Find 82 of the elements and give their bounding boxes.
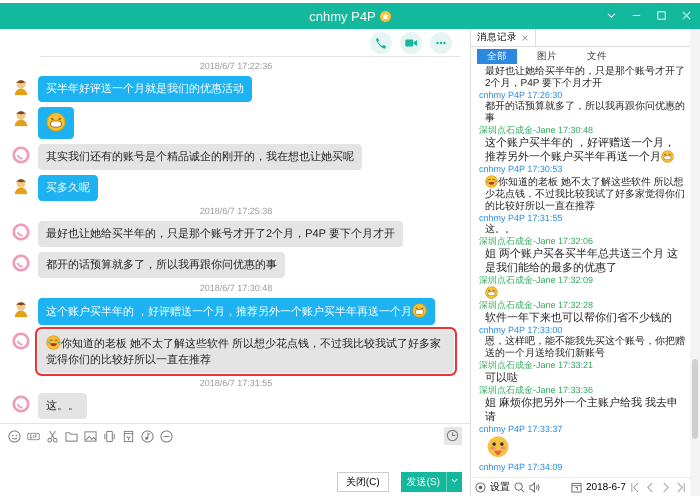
close-chat-button[interactable]: 关闭(C) [336, 472, 389, 492]
settings-icon[interactable] [475, 482, 486, 492]
grinning-emoji-icon [46, 112, 66, 132]
history-message: 最好也让她给买半年的，只是那个账号才开了2个月，P4P 要下个月才开 [484, 66, 686, 90]
filter-tab[interactable]: 全部 [477, 49, 517, 64]
grinning-emoji-icon [485, 286, 498, 299]
message-bubble: 买多久呢 [38, 175, 98, 201]
ring-avatar-icon [12, 332, 30, 350]
history-tab[interactable]: 消息记录 [471, 29, 536, 46]
close-icon[interactable] [521, 34, 529, 42]
maximize-icon[interactable] [656, 10, 667, 21]
phone-button[interactable] [370, 32, 392, 54]
message-bubble: 最好也让她给买半年的，只是那个账号才开了2个月，P4P 要下个月才开 [38, 221, 403, 247]
scissors-icon[interactable] [46, 430, 59, 442]
search-icon[interactable] [514, 482, 525, 492]
cartoon-avatar-icon [12, 78, 30, 96]
sender-timestamp: cnhmy P4P 17:26:30 [479, 90, 564, 100]
message-bubble: 这个账户买半年的 ，好评赠送一个月，推荐另外一个账户买半年再送一个月 [38, 298, 436, 325]
clock-icon [446, 429, 459, 442]
timestamp: 2018/6/7 17:25:38 [200, 206, 272, 216]
receipt-icon[interactable] [122, 430, 135, 442]
history-message: 这。。 [484, 224, 516, 236]
sender-timestamp: 深圳点石成金-Jane 17:33:21 [479, 360, 594, 371]
speaker-icon[interactable] [529, 482, 540, 492]
grinning-emoji-icon [412, 303, 428, 318]
message-bubble: 你知道的老板 她不太了解这些软件 所以想少花点钱，不过我比较我试了好多家觉得你们的比较好所以一直在推荐 [38, 330, 454, 373]
sender-timestamp: cnhmy P4P 17:31:55 [479, 213, 564, 224]
ring-avatar-icon [12, 254, 30, 272]
phone-shake-icon[interactable] [103, 430, 116, 442]
message-bubble: 其实我们还有的账号是个精品诚企的刚开的，我在想也让她买呢 [38, 144, 362, 170]
tab-label[interactable]: 消息记录 [477, 31, 517, 44]
ring-avatar-icon [12, 146, 30, 164]
video-call-button[interactable] [400, 32, 422, 54]
settings-label[interactable]: 设置 [490, 480, 510, 494]
ring-avatar-icon [12, 223, 30, 241]
star-badge-icon [380, 10, 391, 22]
timestamp: 2018/6/7 17:22:36 [200, 61, 272, 71]
window-title: cnhmy P4P [309, 8, 376, 24]
more-button[interactable] [430, 32, 452, 54]
ring-avatar-icon [12, 395, 30, 413]
sender-timestamp: cnhmy P4P 17:33:00 [479, 325, 564, 336]
sender-timestamp: cnhmy P4P 17:33:37 [479, 424, 564, 435]
laughing-tears-emoji-icon [46, 335, 61, 350]
grinning-emoji-icon [661, 150, 674, 163]
more-icon[interactable] [160, 430, 173, 442]
cartoon-avatar-icon [12, 109, 30, 127]
sender-timestamp: 深圳点石成金-Jane 17:33:36 [479, 385, 594, 396]
sender-timestamp: 深圳点石成金-Jane 17:32:06 [479, 236, 594, 247]
timestamp: 2018/6/7 17:30:48 [200, 283, 272, 293]
history-clock-button[interactable] [444, 427, 462, 445]
sender-timestamp: 深圳点石成金-Jane 17:32:09 [479, 275, 594, 286]
history-message: 姐 麻烦你把另外一个主账户给我 我去申请 [484, 396, 680, 424]
filter-tab[interactable]: 图片 [527, 49, 567, 64]
cartoon-avatar-icon [12, 300, 30, 318]
date-label: 2018-6-7 [586, 482, 626, 492]
timestamp: 2018/6/7 17:31:55 [200, 378, 272, 388]
message-bubble: 这。。 [38, 393, 87, 419]
folder-icon[interactable] [65, 430, 78, 442]
sender-timestamp: cnhmy P4P 17:30:53 [479, 164, 564, 175]
history-message: 你知道的老板 她不太了解这些软件 所以想少花点钱，不过我比较我试了好多家觉得你们的比较好所以一直在推荐 [484, 175, 686, 213]
sender-timestamp: cnhmy P4P 17:34:09 [479, 462, 564, 473]
cartoon-avatar-icon [12, 177, 30, 195]
sender-timestamp: 深圳点石成金-Jane 17:30:48 [479, 125, 594, 136]
calendar-icon[interactable] [570, 482, 582, 492]
history-message: 恩，这样吧，能不能我先买这个账号，你把赠送的一个月送给我们新账号 [484, 336, 686, 360]
history-message: 这个账户买半年的 ，好评赠送一个月，推荐另外一个账户买半年再送一个月 [484, 136, 676, 164]
image-icon[interactable] [84, 430, 97, 442]
history-message: 软件一年下来也可以帮你们省不少钱的 [484, 311, 673, 325]
history-message: 都开的话预算就多了，所以我再跟你问优惠的事 [484, 101, 686, 125]
phone-icon [374, 36, 388, 50]
sender-timestamp: 深圳点石成金-Jane 17:32:28 [479, 300, 594, 311]
filter-tab[interactable]: 文件 [577, 49, 617, 64]
laughing-tears-emoji-icon [485, 175, 498, 188]
first-page-icon[interactable] [630, 482, 641, 492]
history-message: 可以哒 [484, 371, 519, 385]
last-page-icon[interactable] [675, 482, 686, 492]
scrollbar-thumb[interactable] [692, 359, 698, 439]
message-bubble: 都开的话预算就多了，所以我再跟你问优惠的事 [38, 252, 285, 278]
music-note-icon[interactable] [141, 430, 154, 442]
message-bubble: 买半年好评送一个月就是我们的优惠活动 [38, 76, 252, 102]
smiley-icon[interactable] [8, 430, 21, 442]
history-message: 姐 两个账户买各买半年总共送三个月 这是我们能给的最多的优惠了 [484, 247, 680, 275]
